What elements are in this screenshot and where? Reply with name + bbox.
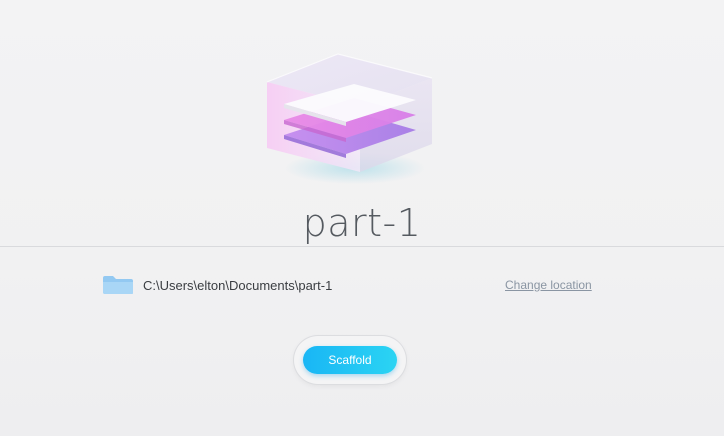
layered-box-icon: [266, 53, 433, 184]
change-location-link[interactable]: Change location: [505, 278, 592, 292]
project-path: C:\Users\elton\Documents\part-1: [143, 278, 333, 293]
scaffold-button[interactable]: Scaffold: [303, 346, 397, 374]
section-divider: [0, 246, 724, 247]
project-name-title: part-1: [302, 201, 422, 245]
scaffold-button-frame: Scaffold: [294, 336, 406, 384]
project-hero-illustration: [250, 40, 450, 200]
project-location-row: C:\Users\elton\Documents\part-1 Change l…: [102, 274, 602, 298]
folder-icon: [102, 275, 134, 295]
